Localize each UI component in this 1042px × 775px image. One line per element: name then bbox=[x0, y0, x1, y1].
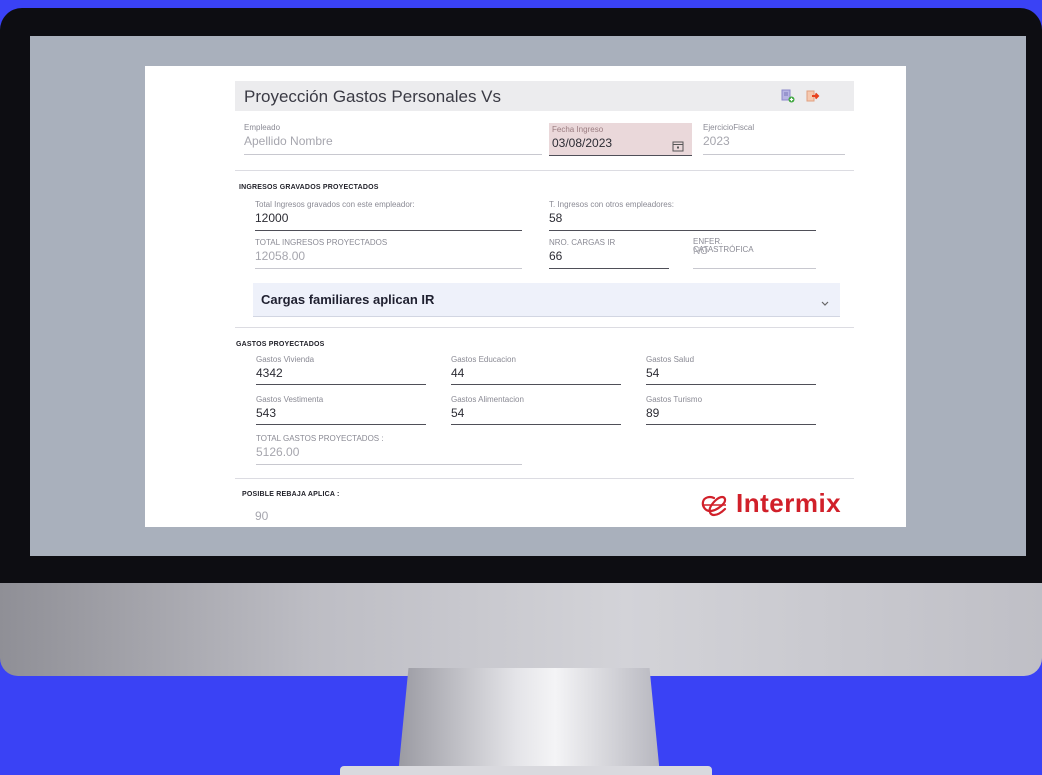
empleado-field[interactable]: Empleado Apellido Nombre bbox=[244, 123, 542, 155]
title-bar: Proyección Gastos Personales Vs bbox=[235, 81, 854, 111]
empleado-label: Empleado bbox=[244, 123, 281, 132]
total-gastos-proyectados-field: TOTAL GASTOS PROYECTADOS : 5126.00 bbox=[256, 434, 522, 465]
gastos-vestimenta-field[interactable]: Gastos Vestimenta 543 bbox=[256, 395, 426, 425]
gastos-educacion-label: Gastos Educacion bbox=[451, 355, 516, 364]
nro-cargas-field[interactable]: NRO. CARGAS IR 66 bbox=[549, 238, 669, 269]
ejercicio-fiscal-field[interactable]: EjercicioFiscal 2023 bbox=[703, 123, 845, 155]
calendar-icon[interactable] bbox=[672, 139, 684, 152]
fecha-ingreso-value: 03/08/2023 bbox=[552, 136, 613, 150]
ingresos-section-title: INGRESOS GRAVADOS PROYECTADOS bbox=[239, 184, 379, 191]
divider bbox=[235, 327, 854, 328]
gastos-educacion-value: 44 bbox=[451, 366, 465, 380]
gastos-turismo-field[interactable]: Gastos Turismo 89 bbox=[646, 395, 816, 425]
total-ingresos-empleador-field[interactable]: Total Ingresos gravados con este emplead… bbox=[255, 200, 522, 231]
total-ingresos-empleador-value: 12000 bbox=[255, 211, 289, 225]
app-window: Proyección Gastos Personales Vs Empleado… bbox=[145, 66, 906, 527]
gastos-salud-value: 54 bbox=[646, 366, 660, 380]
gastos-turismo-label: Gastos Turismo bbox=[646, 395, 703, 404]
total-ingresos-proyectados-field: TOTAL INGRESOS PROYECTADOS 12058.00 bbox=[255, 238, 522, 269]
divider bbox=[235, 478, 854, 479]
gastos-turismo-value: 89 bbox=[646, 406, 660, 420]
intermix-logo-text: Intermix bbox=[736, 488, 842, 518]
fecha-ingreso-field[interactable]: Fecha Ingreso 03/08/2023 bbox=[549, 123, 692, 156]
enfer-catastrofica-field[interactable]: ENFER. CATASTRÓFICA NO bbox=[693, 238, 816, 269]
add-document-icon[interactable] bbox=[781, 89, 795, 103]
cargas-familiares-accordion[interactable]: Cargas familiares aplican IR bbox=[253, 283, 840, 317]
gastos-educacion-field[interactable]: Gastos Educacion 44 bbox=[451, 355, 621, 385]
total-ingresos-proyectados-value: 12058.00 bbox=[255, 249, 306, 263]
gastos-section-title: GASTOS PROYECTADOS bbox=[236, 341, 325, 348]
posible-rebaja-value: 90 bbox=[255, 509, 269, 523]
ejercicio-fiscal-label: EjercicioFiscal bbox=[703, 123, 755, 132]
ingresos-otros-empleadores-value: 58 bbox=[549, 211, 563, 225]
gastos-alimentacion-value: 54 bbox=[451, 406, 465, 420]
gastos-alimentacion-field[interactable]: Gastos Alimentacion 54 bbox=[451, 395, 621, 425]
gastos-vivienda-label: Gastos Vivienda bbox=[256, 355, 315, 364]
divider bbox=[235, 170, 854, 171]
monitor-stand-base bbox=[340, 766, 712, 775]
ingresos-otros-empleadores-label: T. Ingresos con otros empleadores: bbox=[549, 200, 674, 209]
monitor-stand bbox=[398, 668, 660, 775]
monitor-chin bbox=[0, 583, 1042, 676]
exit-icon[interactable] bbox=[806, 89, 820, 103]
gastos-vestimenta-label: Gastos Vestimenta bbox=[256, 395, 324, 404]
ejercicio-fiscal-value: 2023 bbox=[703, 134, 730, 148]
empleado-placeholder: Apellido Nombre bbox=[244, 134, 333, 148]
fecha-ingreso-label: Fecha Ingreso bbox=[552, 125, 604, 134]
chevron-down-icon[interactable] bbox=[820, 295, 830, 306]
ingresos-otros-empleadores-field[interactable]: T. Ingresos con otros empleadores: 58 bbox=[549, 200, 816, 231]
posible-rebaja-field: 90 bbox=[255, 507, 522, 527]
gastos-vestimenta-value: 543 bbox=[256, 406, 277, 420]
gastos-alimentacion-label: Gastos Alimentacion bbox=[451, 395, 524, 404]
nro-cargas-value: 66 bbox=[549, 249, 563, 263]
gastos-salud-label: Gastos Salud bbox=[646, 355, 695, 364]
gastos-vivienda-value: 4342 bbox=[256, 366, 283, 380]
total-gastos-proyectados-value: 5126.00 bbox=[256, 445, 300, 459]
cargas-familiares-label: Cargas familiares aplican IR bbox=[261, 292, 435, 307]
total-gastos-proyectados-label: TOTAL GASTOS PROYECTADOS : bbox=[256, 434, 384, 443]
nro-cargas-label: NRO. CARGAS IR bbox=[549, 238, 616, 247]
page-title: Proyección Gastos Personales Vs bbox=[244, 87, 502, 106]
posible-rebaja-section-title: POSIBLE REBAJA APLICA : bbox=[242, 491, 340, 498]
total-ingresos-proyectados-label: TOTAL INGRESOS PROYECTADOS bbox=[255, 238, 388, 247]
intermix-logo-mark-icon bbox=[700, 494, 728, 518]
gastos-salud-field[interactable]: Gastos Salud 54 bbox=[646, 355, 816, 385]
total-ingresos-empleador-label: Total Ingresos gravados con este emplead… bbox=[255, 200, 415, 209]
gastos-vivienda-field[interactable]: Gastos Vivienda 4342 bbox=[256, 355, 426, 385]
